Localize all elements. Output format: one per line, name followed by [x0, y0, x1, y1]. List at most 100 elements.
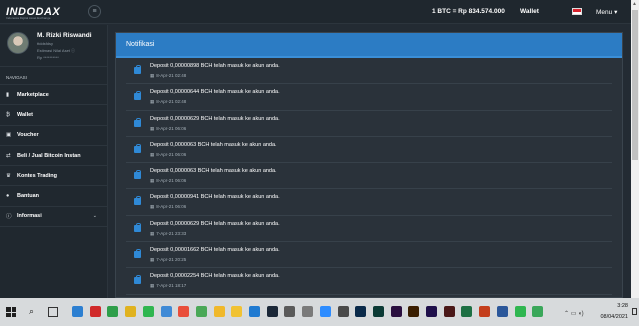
notification-date-value: 8-Apr-21 06:06: [156, 151, 187, 157]
notification-list: Deposit 0,00000898 BCH telah masuk ke ak…: [116, 58, 622, 297]
excel-icon[interactable]: [461, 306, 473, 317]
system-tray-icon[interactable]: ⌃ ▭ ◖): [564, 310, 584, 317]
menu-button[interactable]: Menu ▾: [596, 8, 617, 16]
panel-title: Notifikasi: [126, 41, 155, 48]
avatar[interactable]: [7, 32, 29, 54]
files-icon[interactable]: [231, 306, 243, 317]
list-item[interactable]: Deposit 0,00002254 BCH telah masuk ke ak…: [126, 268, 612, 295]
sidebar-item-label: Marketplace: [17, 91, 49, 98]
calendar-icon: ▦: [150, 257, 155, 263]
chrome-icon[interactable]: [195, 306, 207, 317]
app-icon[interactable]: [337, 306, 349, 317]
scroll-up-icon[interactable]: ▲: [632, 1, 637, 7]
clock-time[interactable]: 3:28: [590, 303, 628, 309]
opera-icon[interactable]: [89, 306, 101, 317]
list-item[interactable]: Deposit 0,00000629 BCH telah masuk ke ak…: [126, 216, 612, 243]
asset-estimate-label: Estimasi Nilai Aset ⓘ: [37, 48, 76, 53]
zoom-icon[interactable]: [319, 306, 331, 317]
btc-price: 1 BTC = Rp 834.574.000: [432, 8, 505, 15]
logo-tagline: Indonesia Digital Asset Exchange: [6, 16, 51, 20]
notification-date-value: 8-Apr-21 06:06: [156, 178, 187, 184]
windows-start-icon[interactable]: [6, 307, 16, 317]
list-item[interactable]: Deposit 0,0000063 BCH telah masuk ke aku…: [126, 137, 612, 164]
vscode-icon[interactable]: [249, 306, 260, 317]
steam-icon[interactable]: [266, 306, 278, 317]
calendar-icon: ▦: [150, 178, 155, 184]
page-scrollbar[interactable]: ▲: [631, 0, 639, 298]
profile-card: M. Rizki Riswandi ttddsfdsy Estimasi Nil…: [0, 25, 107, 67]
nav-header: NAVIGASI: [0, 67, 107, 85]
notification-date: ▦ 8-Apr-21 06:06: [150, 204, 186, 210]
hamburger-icon[interactable]: ≡: [88, 5, 101, 18]
audition-icon[interactable]: [372, 306, 384, 317]
calendar-icon: ▦: [150, 230, 155, 236]
notification-date-value: 7-Apr-21 18:17: [156, 283, 187, 289]
wallet-button[interactable]: Wallet: [520, 8, 539, 15]
aftereffects-icon[interactable]: [426, 306, 437, 317]
check-icon[interactable]: [514, 306, 526, 317]
sidebar-item-label: Beli / Jual Bitcoin Instan: [17, 152, 81, 159]
list-item[interactable]: Deposit 0,0000063 BCH telah masuk ke aku…: [126, 163, 612, 190]
calendar-icon: ▦: [150, 204, 155, 210]
profile-name[interactable]: M. Rizki Riswandi: [37, 32, 92, 39]
sidebar-item-voucher[interactable]: ▣ Voucher: [0, 126, 107, 146]
top-bar: INDODAX Indonesia Digital Asset Exchange…: [0, 0, 631, 24]
chevron-down-icon[interactable]: ⌄: [93, 213, 97, 219]
notification-date: ▦ 8-Apr-21 06:06: [150, 126, 186, 132]
bar-chart-icon: ▮: [6, 91, 10, 98]
clock-date[interactable]: 08/04/2021: [590, 314, 628, 320]
notification-message: Deposit 0,0000063 BCH telah masuk ke aku…: [150, 141, 277, 148]
app-icon[interactable]: [443, 306, 455, 317]
indonesia-flag-icon[interactable]: [572, 8, 582, 15]
sidebar-item-wallet[interactable]: ₿ Wallet: [0, 105, 107, 126]
task-view-icon[interactable]: [48, 307, 58, 317]
notification-message: Deposit 0,00000629 BCH telah masuk ke ak…: [150, 115, 280, 122]
sidebar-item-informasi[interactable]: ⓘ Informasi ⌄: [0, 207, 107, 228]
notification-message: Deposit 0,0000063 BCH telah masuk ke aku…: [150, 168, 277, 175]
notification-message: Deposit 0,00000629 BCH telah masuk ke ak…: [150, 220, 280, 227]
list-item[interactable]: Deposit 0,00000941 BCH telah masuk ke ak…: [126, 189, 612, 216]
powerpoint-icon[interactable]: [479, 306, 491, 317]
chrome-icon[interactable]: [178, 306, 190, 317]
notification-date: ▦ 7-Apr-21 20:25: [150, 257, 186, 263]
calendar-icon: ▦: [150, 125, 155, 131]
notification-date-value: 8-Apr-21 02:48: [156, 73, 187, 78]
shield-icon[interactable]: [532, 306, 544, 317]
shopping-bag-icon: [134, 196, 141, 206]
list-item[interactable]: Deposit 0,00000644 BCH telah masuk ke ak…: [126, 84, 612, 111]
sidebar-item-label: Informasi: [17, 213, 42, 220]
list-item[interactable]: Deposit 0,00001662 BCH telah masuk ke ak…: [126, 242, 612, 269]
sidebar-item-label: Wallet: [17, 111, 33, 118]
search-icon[interactable]: ⌕: [29, 306, 34, 317]
shopping-bag-icon: [134, 91, 141, 101]
list-item[interactable]: Deposit 0,00000629 BCH telah masuk ke ak…: [126, 111, 612, 137]
edge-icon[interactable]: [72, 306, 83, 317]
info-icon: ⓘ: [6, 214, 12, 221]
chrome-icon[interactable]: [160, 306, 172, 317]
notification-date: ▦ 8-Apr-21 02:48: [150, 99, 186, 105]
notification-date-value: 8-Apr-21 02:48: [156, 99, 187, 105]
app-icon[interactable]: [302, 306, 314, 317]
sidebar-item-marketplace[interactable]: ▮ Marketplace: [0, 85, 107, 106]
sidebar-item-beli-jual-bitcoin-instan[interactable]: ⇄ Beli / Jual Bitcoin Instan: [0, 146, 107, 167]
sidebar-item-bantuan[interactable]: ● Bantuan: [0, 186, 107, 207]
premiere-icon[interactable]: [390, 306, 402, 317]
settings-icon[interactable]: [284, 306, 296, 317]
sidebar-item-kontes-trading[interactable]: ♛ Kontes Trading: [0, 166, 107, 187]
notification-date: ▦ 7-Apr-21 23:33: [150, 231, 186, 237]
shopping-bag-icon: [134, 249, 141, 259]
nav-list: ▮ Marketplace ₿ Wallet ▣ Voucher ⇄ Beli / Jual …: [0, 85, 107, 228]
illustrator-icon[interactable]: [408, 306, 420, 317]
whatsapp-icon[interactable]: [142, 306, 154, 317]
notification-date-value: 7-Apr-21 20:25: [156, 257, 187, 263]
notification-center-icon[interactable]: [632, 308, 637, 315]
chrome-icon[interactable]: [125, 306, 137, 317]
list-item[interactable]: Deposit 0,00000898 BCH telah masuk ke ak…: [126, 58, 612, 85]
notification-panel: Notifikasi Deposit 0,00000898 BCH telah …: [115, 32, 623, 298]
chrome-icon[interactable]: [213, 306, 225, 317]
chrome-icon[interactable]: [107, 306, 119, 317]
shopping-bag-icon: [134, 143, 141, 153]
photoshop-icon[interactable]: [355, 306, 367, 317]
scrollbar-thumb[interactable]: [632, 10, 638, 160]
word-icon[interactable]: [496, 306, 508, 317]
